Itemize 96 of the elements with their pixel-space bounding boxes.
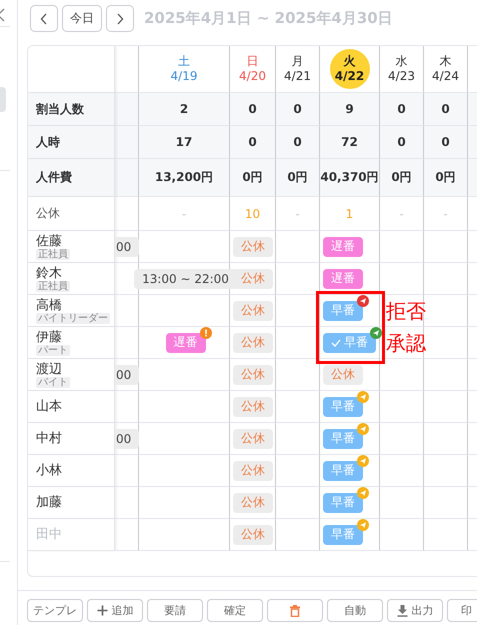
employee-name: 伊藤 [36, 330, 62, 344]
row-label: 公休 [36, 205, 60, 222]
day-off-chip[interactable]: 公休 [233, 428, 273, 448]
day-header[interactable]: 火 4/22 [330, 49, 370, 89]
early-shift-chip[interactable]: 早番 [323, 332, 376, 352]
today-button[interactable]: 今日 [62, 5, 102, 32]
delete-button[interactable] [267, 599, 323, 622]
summary-value: 0 [441, 102, 450, 116]
toolbar-button[interactable]: 自動 [327, 599, 383, 622]
early-shift-chip[interactable]: 早番 [323, 396, 363, 416]
employee-name: 加藤 [36, 495, 62, 510]
summary-label: 割当人数 [36, 100, 84, 118]
previous-button[interactable] [30, 5, 58, 32]
summary-value: 72 [341, 135, 358, 149]
toolbar-button[interactable]: 印 [447, 599, 477, 622]
summary-value: 17 [176, 135, 192, 149]
shift-time-chip[interactable]: 00 [115, 364, 140, 384]
summary-value: 0円 [435, 169, 456, 186]
toolbar-button[interactable]: 追加 [87, 599, 143, 622]
holiday-count: - [443, 206, 448, 220]
summary-value: 0 [248, 102, 257, 116]
holiday-count: - [399, 206, 404, 220]
day-header[interactable]: 月 4/21 [278, 49, 318, 89]
role-tag: バイトリーダー [36, 312, 110, 324]
holiday-count: - [295, 206, 300, 220]
summary-value: 0円 [287, 169, 308, 186]
summary-value: 2 [180, 102, 188, 116]
day-header[interactable]: 水 4/23 [382, 49, 422, 89]
employee-name: 佐藤 [36, 234, 62, 248]
summary-value: 0 [293, 102, 302, 116]
early-shift-chip[interactable]: 早番 [323, 460, 363, 480]
role-tag: 正社員 [36, 280, 70, 292]
summary-label: 人件費 [36, 169, 72, 186]
role-tag: 正社員 [36, 248, 70, 260]
early-shift-chip[interactable]: 早番 [323, 524, 363, 544]
late-shift-chip[interactable]: 遅番 [323, 268, 363, 288]
role-tag: バイト [36, 376, 70, 388]
day-off-chip[interactable]: 公休 [233, 268, 273, 288]
summary-value: 0 [397, 135, 406, 149]
toolbar-button[interactable]: 出力 [387, 599, 443, 622]
day-off-chip[interactable]: 公休 [233, 300, 273, 320]
summary-value: 0 [441, 135, 450, 149]
holiday-count: - [182, 206, 186, 220]
annotation-label: 承認 [386, 330, 426, 356]
day-off-chip[interactable]: 公休 [323, 364, 363, 384]
summary-value: 0 [248, 135, 257, 149]
day-off-chip[interactable]: 公休 [233, 524, 273, 544]
chevron-right-icon [116, 12, 124, 24]
check-icon [331, 338, 341, 346]
summary-label: 人時 [36, 134, 60, 150]
summary-value: 0 [293, 135, 302, 149]
employee-name: 小林 [36, 463, 62, 478]
day-off-chip[interactable]: 公休 [233, 492, 273, 512]
download-icon [396, 604, 408, 616]
day-off-chip[interactable]: 公休 [233, 364, 273, 384]
chevron-left-icon [40, 12, 48, 24]
toolbar-button[interactable]: 確定 [207, 599, 263, 622]
day-header[interactable]: 土 4/19 [164, 49, 204, 89]
holiday-count: 10 [244, 206, 260, 220]
summary-value: 0円 [242, 169, 263, 186]
plus-icon [96, 605, 108, 616]
early-shift-chip[interactable]: 早番 [323, 492, 363, 512]
summary-value: 0円 [391, 169, 412, 186]
employee-name: 田中 [36, 527, 62, 542]
summary-value: 0 [397, 102, 406, 116]
day-off-chip[interactable]: 公休 [233, 396, 273, 416]
day-header[interactable]: 木 4/24 [426, 49, 466, 89]
holiday-count: 1 [346, 206, 354, 220]
summary-value: 9 [345, 102, 354, 116]
day-off-chip[interactable]: 公休 [233, 236, 273, 256]
day-off-chip[interactable]: 公休 [233, 332, 273, 352]
late-shift-chip[interactable]: 遅番 [323, 236, 363, 256]
table-cell [424, 519, 468, 551]
shift-time-chip[interactable]: 13:00 ~ 22:00 [134, 268, 237, 288]
annotation-label: 拒否 [386, 298, 426, 324]
employee-name: 中村 [36, 431, 62, 446]
table-cell [115, 519, 139, 551]
late-shift-chip[interactable]: 遅番 [166, 332, 206, 352]
day-off-chip[interactable]: 公休 [233, 460, 273, 480]
shift-time-chip[interactable]: 00 [115, 428, 140, 448]
early-shift-chip[interactable]: 早番 [323, 300, 363, 320]
day-header[interactable]: 日 4/20 [232, 49, 272, 89]
shift-time-chip[interactable]: 00 [115, 236, 140, 256]
employee-name: 高橋 [36, 298, 62, 312]
toolbar-button[interactable]: テンプレ [27, 599, 83, 622]
role-tag: パート [36, 344, 70, 356]
date-range: 2025年4月1日 ~ 2025年4月30日 [144, 9, 393, 28]
summary-value: 40,370円 [320, 169, 379, 186]
next-button[interactable] [106, 5, 134, 32]
trash-icon [289, 604, 301, 616]
employee-name: 鈴木 [36, 266, 62, 280]
early-shift-chip[interactable]: 早番 [323, 428, 363, 448]
employee-name: 山本 [36, 399, 62, 414]
summary-value: 13,200円 [154, 169, 214, 186]
employee-name: 渡辺 [36, 362, 62, 376]
toolbar-button[interactable]: 要請 [147, 599, 203, 622]
